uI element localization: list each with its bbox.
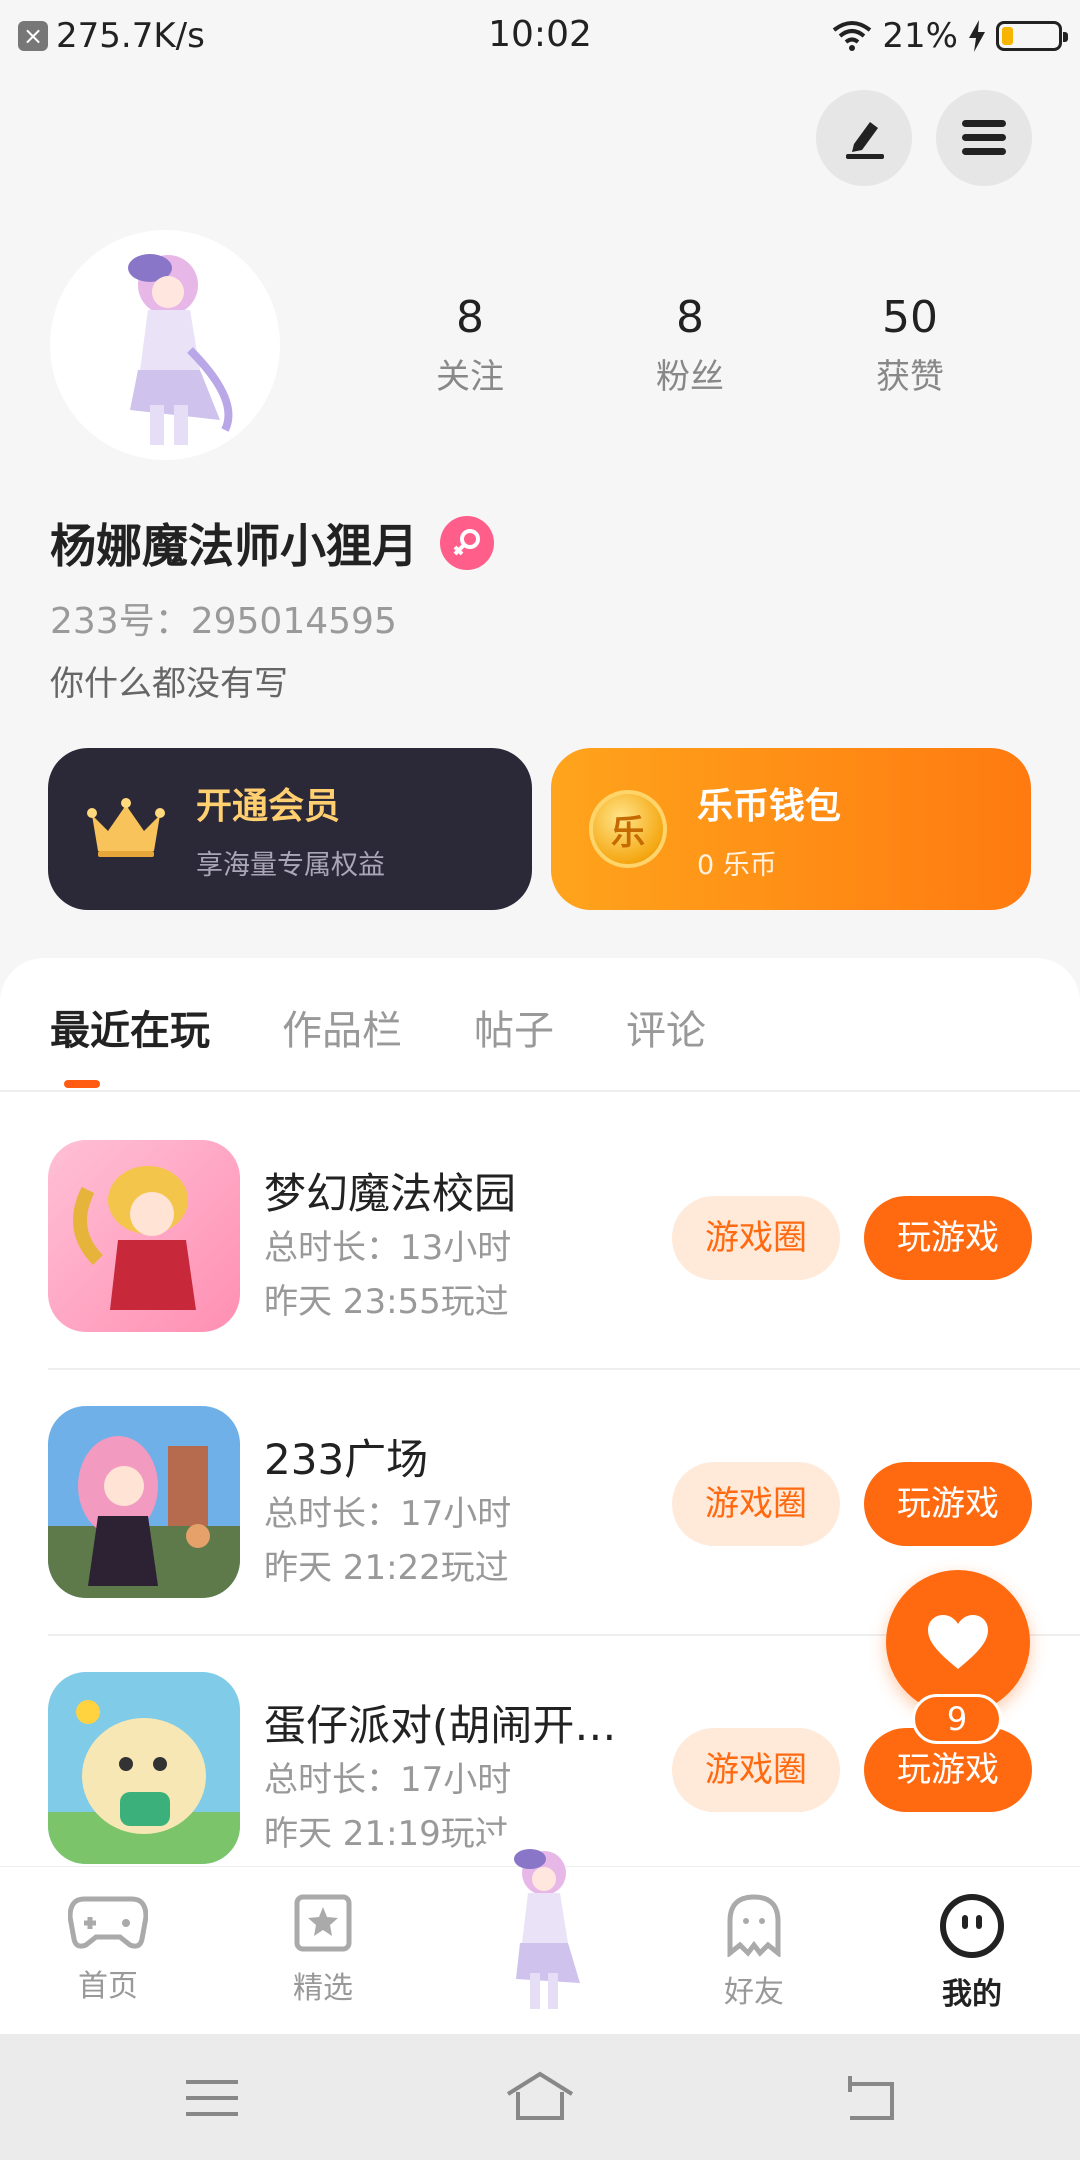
stat-value: 8: [456, 292, 484, 343]
crown-icon: [87, 798, 165, 857]
game-circle-button[interactable]: 游戏圈: [672, 1728, 840, 1812]
profile-stats: 8 关注 8 粉丝 50 获赞: [360, 292, 1020, 398]
stat-label: 粉丝: [656, 357, 724, 397]
like-button[interactable]: [886, 1570, 1030, 1714]
nav-item-me[interactable]: 我的: [902, 1893, 1042, 2013]
game-icon[interactable]: [48, 1672, 240, 1864]
vip-title: 开通会员: [196, 785, 341, 827]
game-icon[interactable]: [48, 1406, 240, 1598]
play-game-button[interactable]: 玩游戏: [864, 1462, 1032, 1546]
battery-icon: [996, 21, 1068, 51]
recent-apps-icon[interactable]: [184, 2076, 240, 2120]
character-avatar-image: [128, 254, 233, 445]
game-row[interactable]: 梦幻魔法校园 总时长：13小时 昨天 23:55玩过 游戏圈 玩游戏: [0, 1140, 1080, 1406]
nav-label: 精选: [293, 1971, 353, 2006]
wallet-balance: 0 乐币: [697, 849, 777, 881]
edit-profile-button[interactable]: [816, 90, 912, 186]
wallet-title: 乐币钱包: [697, 785, 842, 827]
female-gender-icon: [440, 516, 494, 570]
username: 杨娜魔法师小狸月: [50, 519, 418, 573]
game-last-played: 昨天 21:22玩过: [264, 1548, 509, 1588]
gamepad-icon: [67, 1896, 149, 1949]
stat-following[interactable]: 8 关注: [360, 292, 580, 398]
status-right: 21%: [832, 16, 1068, 56]
game-name: 梦幻魔法校园: [264, 1169, 517, 1218]
active-tab-indicator: [64, 1080, 100, 1088]
vip-subtitle: 享海量专属权益: [196, 849, 385, 881]
nav-item-featured[interactable]: 精选: [253, 1893, 393, 2007]
stat-label: 关注: [436, 357, 504, 397]
game-circle-button[interactable]: 游戏圈: [672, 1196, 840, 1280]
wifi-icon: [833, 21, 872, 51]
stat-value: 8: [676, 292, 704, 343]
character-avatar-image: [514, 1849, 580, 2009]
game-name: 233广场: [264, 1435, 429, 1484]
menu-icon: [962, 120, 1006, 155]
vip-membership-card[interactable]: 开通会员 享海量专属权益: [48, 748, 532, 910]
game-duration: 总时长：17小时: [264, 1760, 512, 1800]
tab-works[interactable]: 作品栏: [282, 998, 402, 1056]
game-circle-button[interactable]: 游戏圈: [672, 1462, 840, 1546]
like-count-badge: 9: [912, 1694, 1002, 1744]
charging-icon: [969, 20, 985, 52]
back-icon[interactable]: [840, 2074, 896, 2122]
tab-recent-play[interactable]: 最近在玩: [50, 998, 210, 1056]
game-icon[interactable]: [48, 1140, 240, 1332]
nav-label: 好友: [724, 1975, 784, 2010]
avatar[interactable]: [50, 230, 280, 460]
user-bio: 你什么都没有写: [50, 664, 288, 704]
game-last-played: 昨天 23:55玩过: [264, 1282, 509, 1322]
menu-button[interactable]: [936, 90, 1032, 186]
play-game-button[interactable]: 玩游戏: [864, 1196, 1032, 1280]
pen-icon: [846, 122, 884, 159]
stat-likes[interactable]: 50 获赞: [800, 292, 1020, 398]
network-speed: 275.7K/s: [56, 16, 205, 56]
nav-label: 我的: [942, 1977, 1002, 2012]
battery-percent: 21%: [882, 16, 958, 56]
game-duration: 总时长：17小时: [264, 1494, 512, 1534]
tab-comments[interactable]: 评论: [626, 998, 706, 1056]
nav-item-avatar-center[interactable]: [468, 1833, 618, 2023]
bottom-nav: 首页 精选 好友 我的: [0, 1849, 1080, 2034]
username-row: 杨娜魔法师小狸月: [50, 510, 494, 576]
user-id: 233号：295014595: [50, 601, 397, 642]
stat-label: 获赞: [876, 357, 944, 397]
system-nav-bar: [0, 2034, 1080, 2160]
divider: [48, 1368, 1080, 1370]
profile-tabs: 最近在玩 作品栏 帖子 评论: [50, 998, 706, 1056]
star-bookmark-icon: [294, 1894, 352, 1952]
battery-level: [1002, 27, 1014, 45]
game-name: 蛋仔派对(胡闹开…: [264, 1701, 617, 1750]
smiley-icon: [940, 1894, 1004, 1958]
nav-label: 首页: [78, 1969, 138, 2004]
heart-icon: [928, 1615, 988, 1669]
close-notification-icon: ×: [18, 21, 48, 51]
home-icon[interactable]: [504, 2070, 576, 2124]
status-left: × 275.7K/s: [18, 16, 205, 56]
nav-item-home[interactable]: 首页: [38, 1893, 178, 2005]
game-duration: 总时长：13小时: [264, 1228, 512, 1268]
divider: [0, 1090, 1080, 1092]
ghost-icon: [727, 1894, 781, 1959]
wallet-card[interactable]: 乐 乐币钱包 0 乐币: [551, 748, 1031, 910]
status-bar: × 275.7K/s 21%: [0, 0, 1080, 72]
nav-item-friends[interactable]: 好友: [684, 1893, 824, 2011]
tab-posts[interactable]: 帖子: [474, 998, 554, 1056]
stat-fans[interactable]: 8 粉丝: [580, 292, 800, 398]
coin-icon: 乐: [589, 790, 667, 868]
stat-value: 50: [882, 292, 938, 343]
